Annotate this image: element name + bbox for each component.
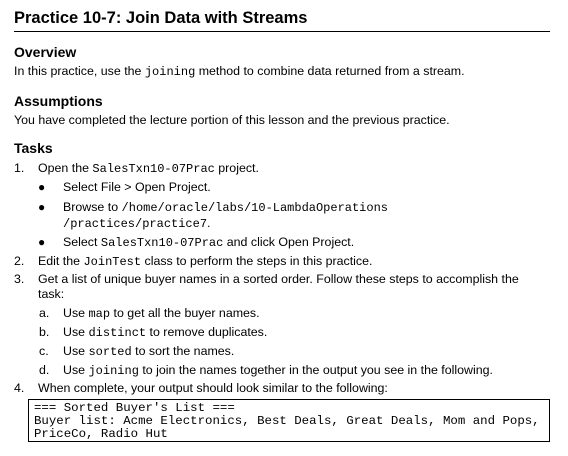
sub-step-a: Use map to get all the buyer names. (63, 305, 260, 323)
bullet-text-part: and click Open Project. (223, 235, 355, 249)
page-title: Practice 10-7: Join Data with Streams (14, 6, 550, 32)
step-number: 1. (14, 161, 25, 175)
method-code: distinct (88, 326, 147, 340)
assumptions-text: You have completed the lecture portion o… (14, 113, 450, 127)
step-3-text-line1: Get a list of unique buyer names in a so… (38, 272, 519, 286)
step-2-text: Edit the JoinTest class to perform the s… (38, 253, 372, 270)
sub-step-text-part: Use (63, 325, 89, 339)
sub-step-d: Use joining to join the names together i… (63, 362, 493, 380)
method-code: joining (88, 364, 139, 378)
sub-step-letter: a. (39, 306, 50, 320)
bullet-text-part: Browse to (63, 200, 122, 214)
overview-code: joining (144, 65, 196, 79)
sub-step-text-part: to join the names together in the output… (138, 363, 493, 377)
path-code: /practices/practice7 (63, 217, 208, 231)
sub-step-b: Use distinct to remove duplicates. (63, 324, 267, 342)
tasks-heading: Tasks (14, 140, 53, 156)
step-number: 3. (14, 272, 25, 286)
step-1-bullet-1: Select File > Open Project. (63, 180, 211, 194)
step-number: 4. (14, 381, 25, 395)
step-1-text: Open the SalesTxn10-07Prac project. (38, 160, 259, 177)
assumptions-heading: Assumptions (14, 93, 103, 109)
project-name-code: SalesTxn10-07Prac (92, 162, 215, 176)
overview-text-part: In this practice, use the (14, 64, 145, 78)
sub-step-letter: d. (39, 363, 50, 377)
overview-text-part: method to combine data returned from a s… (195, 64, 465, 78)
sub-step-text-part: to get all the buyer names. (110, 306, 260, 320)
overview-heading: Overview (14, 44, 77, 60)
step-text-part: class to perform the steps in this pract… (141, 254, 373, 268)
sub-step-text-part: Use (63, 344, 89, 358)
bullet-text-part: . (207, 216, 211, 230)
bullet-icon: ● (38, 200, 46, 214)
overview-text: In this practice, use the joining method… (14, 63, 465, 80)
sub-step-letter: b. (39, 325, 50, 339)
bullet-icon: ● (38, 180, 46, 194)
sub-step-text-part: Use (63, 306, 89, 320)
path-code: /home/oracle/labs/10-LambdaOperations (121, 201, 388, 215)
class-name-code: JoinTest (83, 255, 142, 269)
step-4-text: When complete, your output should look s… (38, 381, 388, 395)
step-3-text-line2: task: (38, 287, 65, 301)
bullet-text-part: Select (63, 235, 101, 249)
sub-step-text-part: to sort the names. (131, 344, 235, 358)
step-1-bullet-3: Select SalesTxn10-07Prac and click Open … (63, 234, 354, 252)
step-1-bullet-2-cont: /practices/practice7. (63, 215, 210, 233)
sub-step-letter: c. (39, 344, 49, 358)
output-code-box: === Sorted Buyer's List === Buyer list: … (28, 399, 550, 442)
step-number: 2. (14, 254, 25, 268)
output-line: PriceCo, Radio Hut (34, 427, 168, 441)
sub-step-text-part: Use (63, 363, 89, 377)
practice-document: Practice 10-7: Join Data with Streams Ov… (0, 0, 568, 456)
step-text-part: Edit the (38, 254, 84, 268)
sub-step-text-part: to remove duplicates. (146, 325, 268, 339)
project-name-code: SalesTxn10-07Prac (100, 236, 224, 250)
sub-step-c: Use sorted to sort the names. (63, 343, 234, 361)
step-text-part: Open the (38, 161, 93, 175)
step-text-part: project. (214, 161, 259, 175)
bullet-icon: ● (38, 235, 46, 249)
method-code: map (88, 307, 111, 321)
method-code: sorted (88, 345, 132, 359)
